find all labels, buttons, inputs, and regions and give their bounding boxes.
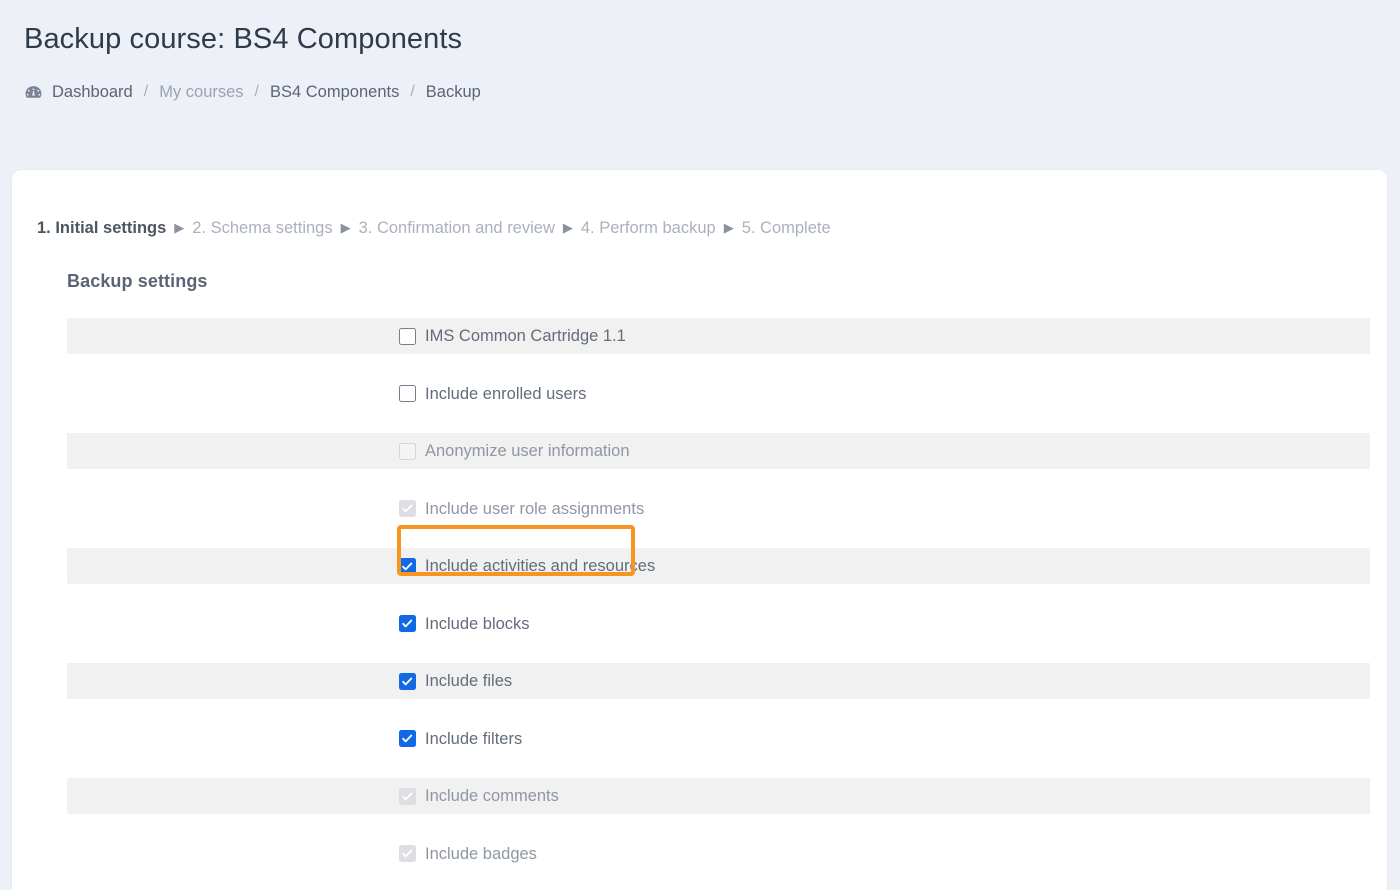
setting-row: Include blocks <box>12 595 1387 653</box>
setting-row-body: Include blocks <box>12 595 530 653</box>
setting-row: Include filters <box>12 710 1387 768</box>
breadcrumb-separator: / <box>410 83 415 101</box>
step-arrow-icon: ▶ <box>723 219 734 235</box>
setting-row-body: Include enrolled users <box>12 365 586 423</box>
setting-row-body: Include user role assignments <box>12 480 644 538</box>
breadcrumb-item-dashboard[interactable]: Dashboard <box>52 84 133 101</box>
setting-label: Include user role assignments <box>425 499 645 518</box>
checkbox-include-files[interactable] <box>399 672 416 690</box>
checkbox-include-filters[interactable] <box>399 730 416 748</box>
page-header: Backup course: BS4 Components Dashboard … <box>0 0 1400 102</box>
checkbox-include-enrolled-users[interactable] <box>399 385 416 403</box>
setting-row: Include user role assignments <box>12 480 1387 538</box>
setting-label: Anonymize user information <box>425 442 630 460</box>
setting-row-body: Include files <box>12 653 512 711</box>
checkbox-ims-common-cartridge-1-1[interactable] <box>399 327 416 345</box>
step-arrow-icon: ▶ <box>174 219 185 235</box>
setting-label: Include comments <box>425 787 559 805</box>
page-title: Backup course: BS4 Components <box>24 23 463 55</box>
setting-row: Include badges <box>12 825 1387 883</box>
breadcrumb-separator: / <box>143 83 149 101</box>
breadcrumb: Dashboard / My courses / BS4 Components … <box>24 83 1400 102</box>
setting-row-body: Include badges <box>12 825 537 883</box>
setting-label[interactable]: IMS Common Cartridge 1.1 <box>425 328 626 345</box>
setting-row: IMS Common Cartridge 1.1 <box>12 308 1387 366</box>
setting-row: Include comments <box>12 768 1387 826</box>
setting-label[interactable]: Include blocks <box>425 615 530 633</box>
step-item-4[interactable]: 4. Perform backup <box>581 220 716 237</box>
setting-row-body: IMS Common Cartridge 1.1 <box>12 308 626 366</box>
setting-row-body: Include filters <box>12 710 522 768</box>
setting-row-body: Include comments <box>12 768 559 826</box>
breadcrumb-item-backup[interactable]: Backup <box>426 84 481 101</box>
section-title-backup-settings: Backup settings <box>67 270 208 291</box>
setting-label[interactable]: Include enrolled users <box>425 385 586 403</box>
setting-row: Include files <box>12 653 1387 711</box>
setting-label[interactable]: Include filters <box>425 730 522 748</box>
checkbox-include-comments <box>399 787 416 805</box>
breadcrumb-separator: / <box>254 83 259 101</box>
setting-row-body: Include activities and resources <box>12 538 655 596</box>
breadcrumb-item-bs4-components[interactable]: BS4 Components <box>270 84 399 101</box>
checkbox-include-badges <box>399 845 416 863</box>
setting-label[interactable]: Include files <box>425 673 512 690</box>
setting-row: Include activities and resources <box>12 538 1387 596</box>
step-item-3[interactable]: 3. Confirmation and review <box>359 220 555 237</box>
step-arrow-icon: ▶ <box>562 219 573 235</box>
step-item-1[interactable]: 1. Initial settings <box>37 220 166 237</box>
step-arrow-icon: ▶ <box>340 219 351 235</box>
checkbox-include-blocks[interactable] <box>399 615 416 633</box>
main-content-card: 1. Initial settings ▶ 2. Schema settings ▶ 3… <box>12 170 1387 890</box>
backup-settings-list: IMS Common Cartridge 1.1 Include enrolled… <box>12 308 1387 883</box>
step-item-2[interactable]: 2. Schema settings <box>192 220 332 237</box>
step-item-5[interactable]: 5. Complete <box>742 220 831 237</box>
setting-label[interactable]: Include activities and resources <box>425 558 655 575</box>
setting-row-body: Anonymize user information <box>12 423 630 481</box>
breadcrumb-item-my-courses[interactable]: My courses <box>159 84 243 101</box>
tachometer-dashboard-icon <box>24 83 43 102</box>
setting-row: Anonymize user information <box>12 423 1387 481</box>
checkbox-include-activities-and-resources[interactable] <box>399 557 416 575</box>
setting-label: Include badges <box>425 844 537 863</box>
backup-step-navigation: 1. Initial settings ▶ 2. Schema settings ▶ 3… <box>12 170 1387 237</box>
checkbox-include-user-role-assignments <box>399 500 416 518</box>
setting-row: Include enrolled users <box>12 365 1387 423</box>
checkbox-anonymize-user-information <box>399 442 416 460</box>
